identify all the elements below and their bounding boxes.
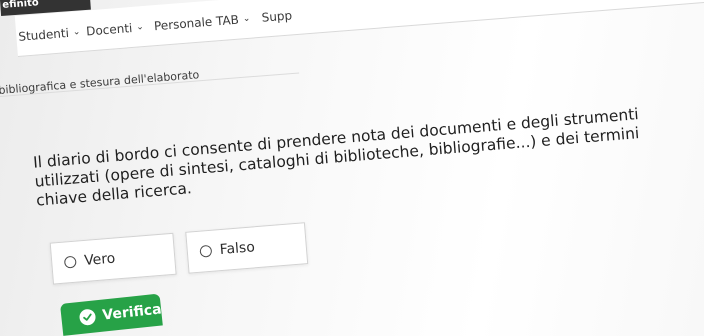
option-label: Falso: [219, 239, 256, 259]
check-circle-icon: [78, 308, 97, 326]
chevron-down-icon: ⌄: [72, 27, 81, 38]
verify-label: Verifica: [101, 301, 163, 324]
nav-item-label: Studenti: [17, 25, 70, 44]
radio-icon[interactable]: [63, 255, 77, 269]
option-vero[interactable]: Vero: [49, 232, 177, 285]
screen: efinito Studenti ⌄ Docenti ⌄ Personale T…: [0, 0, 704, 336]
nav-item-supp[interactable]: Supp: [261, 8, 292, 24]
question-text: Il diario di bordo ci consente di prende…: [32, 105, 640, 210]
nav-item-label: Docenti: [85, 20, 133, 39]
nav-item-label: Personale TAB: [153, 12, 240, 34]
radio-icon[interactable]: [199, 244, 213, 258]
nav-item-docenti[interactable]: Docenti ⌄: [85, 20, 145, 39]
nav-item-personale-tab[interactable]: Personale TAB ⌄: [153, 12, 250, 34]
nav-item-studenti[interactable]: Studenti ⌄: [18, 25, 81, 44]
main-nav: Studenti ⌄ Docenti ⌄ Personale TAB ⌄ Sup…: [14, 0, 704, 57]
option-falso[interactable]: Falso: [185, 222, 309, 274]
chevron-down-icon: ⌄: [135, 22, 145, 33]
chevron-down-icon: ⌄: [242, 13, 251, 25]
app-title: efinito: [1, 0, 40, 11]
nav-item-label: Supp: [261, 8, 293, 25]
verify-button[interactable]: Verifica: [60, 293, 163, 336]
option-label: Vero: [83, 250, 116, 269]
